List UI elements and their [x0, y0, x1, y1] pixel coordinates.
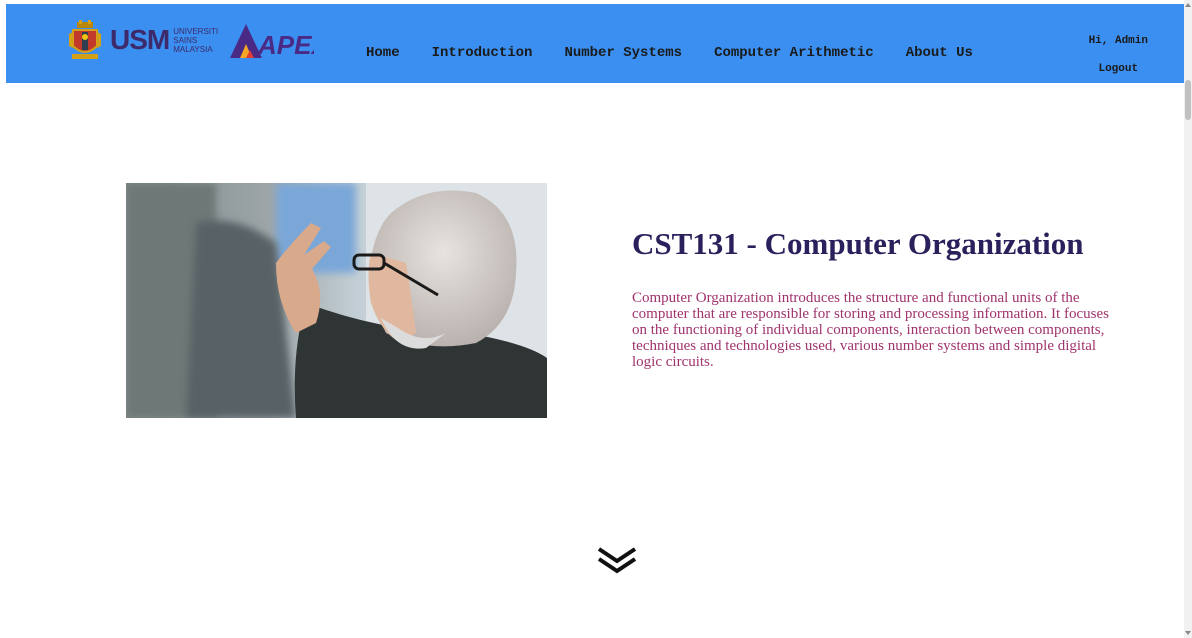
usm-subtitle-line: UNIVERSITI: [173, 26, 219, 36]
nav-introduction[interactable]: Introduction: [432, 45, 533, 61]
usm-subtitle-line: SAINS: [173, 35, 198, 45]
page: USM UNIVERSITI SAINS MALAYSIA APEX Home …: [0, 0, 1192, 638]
usm-subtitle-line: MALAYSIA: [173, 44, 213, 54]
nav-number-systems[interactable]: Number Systems: [564, 45, 682, 61]
site-logo[interactable]: USM UNIVERSITI SAINS MALAYSIA APEX: [68, 20, 314, 60]
usm-subtitle: UNIVERSITI SAINS MALAYSIA: [173, 27, 218, 54]
scroll-down-arrow-icon[interactable]: [1185, 631, 1191, 635]
top-navbar: USM UNIVERSITI SAINS MALAYSIA APEX Home …: [6, 4, 1184, 83]
nav-about-us[interactable]: About Us: [906, 45, 973, 61]
usm-logo-text: USM: [110, 24, 170, 55]
page-scrollbar[interactable]: [1184, 0, 1192, 638]
double-chevron-down-icon[interactable]: [596, 545, 638, 575]
logout-link[interactable]: Logout: [1089, 55, 1148, 83]
nav-computer-arithmetic[interactable]: Computer Arithmetic: [714, 45, 874, 61]
course-description: Computer Organization introduces the str…: [632, 290, 1109, 370]
apex-logo: APEX: [230, 24, 314, 60]
usm-crest-icon: [69, 20, 101, 59]
nav-home[interactable]: Home: [366, 45, 400, 61]
scroll-thumb[interactable]: [1185, 80, 1191, 120]
apex-logo-text: APEX: [257, 30, 314, 60]
scroll-up-arrow-icon[interactable]: [1185, 3, 1191, 7]
main-nav: Home Introduction Number Systems Compute…: [366, 45, 973, 61]
user-panel: Hi, Admin Logout: [1089, 27, 1148, 83]
user-greeting: Hi, Admin: [1088, 35, 1148, 47]
hero-image: [126, 183, 547, 418]
lecturer-photo: [126, 183, 547, 418]
course-title: CST131 - Computer Organization: [632, 226, 1084, 261]
